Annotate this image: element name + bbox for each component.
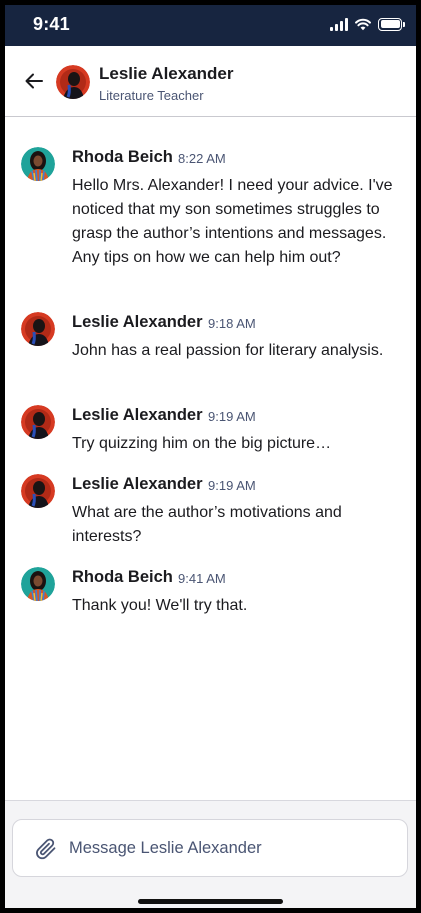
- contact-role: Literature Teacher: [99, 88, 204, 103]
- contact-name[interactable]: Leslie Alexander: [99, 64, 234, 84]
- message-text: Try quizzing him on the big picture…: [72, 435, 332, 452]
- message-list: Rhoda Beich 8:22 AM Hello Mrs. Alexander…: [5, 118, 416, 800]
- message-time: 9:19 AM: [208, 478, 256, 493]
- sender-name: Rhoda Beich: [72, 148, 173, 166]
- signal-icon: [330, 17, 348, 31]
- message-text: Thank you! We'll try that.: [72, 597, 248, 614]
- message-text: Hello Mrs. Alexander! I need your advice…: [72, 177, 393, 266]
- avatar[interactable]: [21, 147, 55, 181]
- avatar[interactable]: [21, 567, 55, 601]
- message-text: John has a real passion for literary ana…: [72, 342, 384, 359]
- message-input[interactable]: Message Leslie Alexander: [12, 819, 408, 877]
- message-text: What are the author’s motivations and in…: [72, 504, 342, 545]
- status-bar: 9:41: [5, 5, 416, 46]
- composer-area: Message Leslie Alexander: [5, 800, 416, 908]
- sender-name: Leslie Alexander: [72, 475, 203, 493]
- arrow-left-icon[interactable]: [23, 70, 45, 92]
- chat-header: Leslie Alexander Literature Teacher: [5, 46, 416, 117]
- status-time: 9:41: [33, 14, 70, 34]
- paperclip-icon[interactable]: [33, 836, 59, 862]
- battery-icon: [378, 17, 405, 31]
- avatar[interactable]: [21, 474, 55, 508]
- status-icons: [330, 15, 405, 33]
- message-time: 9:41 AM: [178, 571, 226, 586]
- avatar[interactable]: [21, 405, 55, 439]
- message-time: 8:22 AM: [178, 151, 226, 166]
- avatar[interactable]: [21, 312, 55, 346]
- device-frame: 9:41 Leslie Alexander Literature Teacher…: [0, 0, 421, 913]
- sender-name: Leslie Alexander: [72, 313, 203, 331]
- message-time: 9:18 AM: [208, 316, 256, 331]
- message-time: 9:19 AM: [208, 409, 256, 424]
- sender-name: Rhoda Beich: [72, 568, 173, 586]
- phone-screen: 9:41 Leslie Alexander Literature Teacher…: [5, 5, 416, 908]
- home-indicator: [138, 899, 283, 904]
- contact-avatar[interactable]: [56, 65, 90, 99]
- wifi-icon: [355, 18, 371, 31]
- message-input-placeholder: Message Leslie Alexander: [69, 839, 262, 857]
- sender-name: Leslie Alexander: [72, 406, 203, 424]
